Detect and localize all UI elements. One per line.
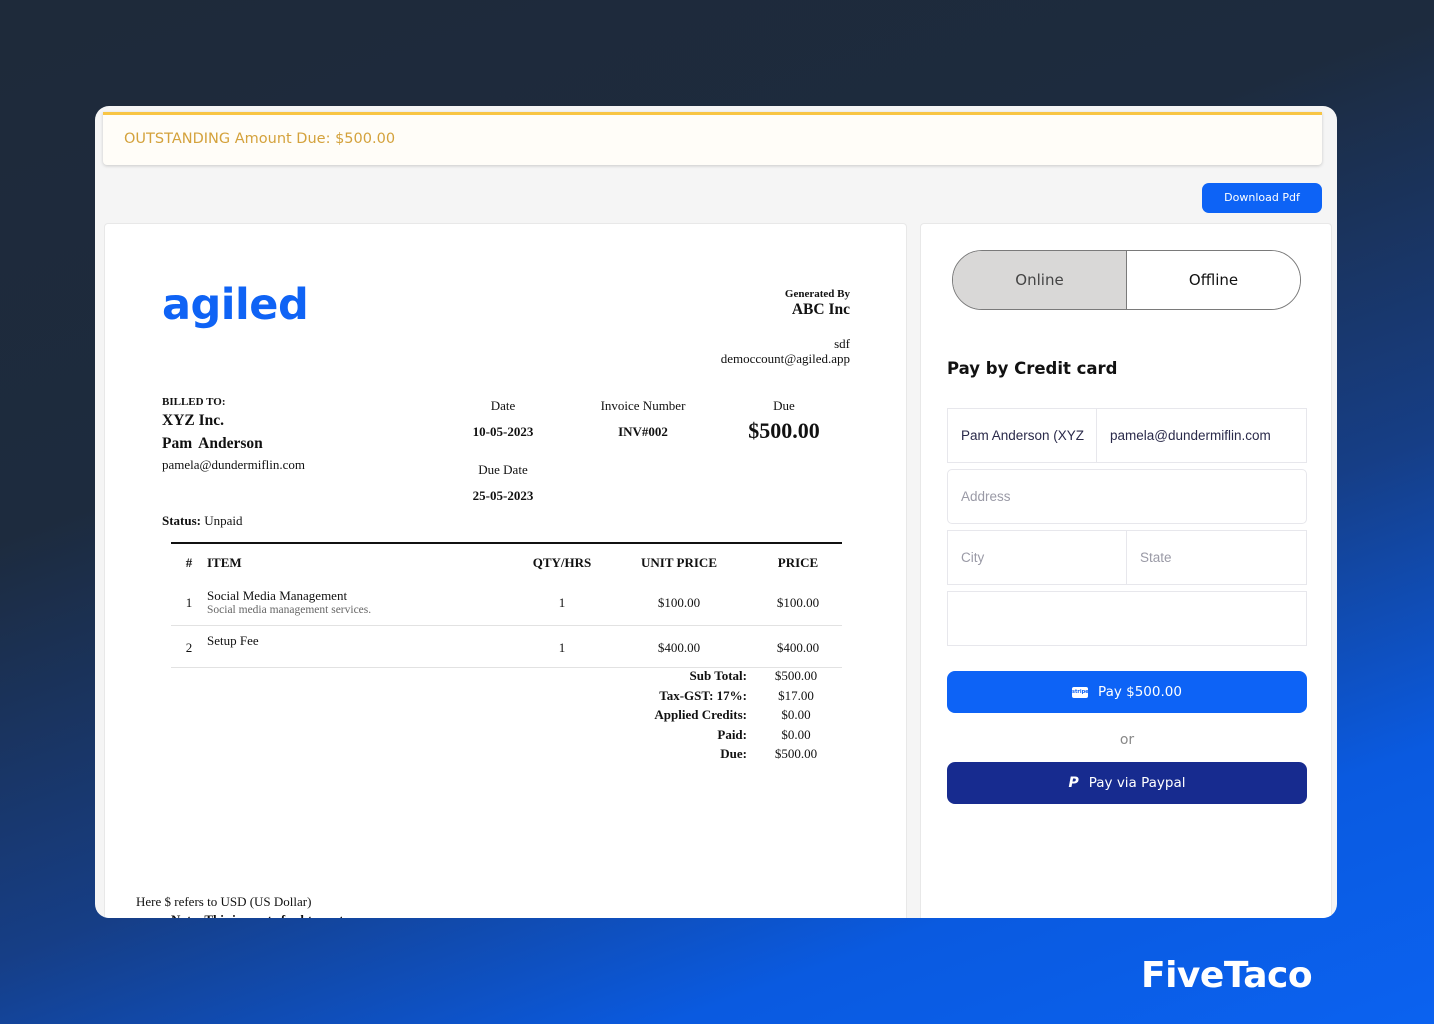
billed-to: BILLED TO: XYZ Inc. Pam Anderson pamela@… [162,396,305,473]
generated-by-address: sdf [834,336,850,351]
name-field[interactable]: Pam Anderson (XYZ [947,408,1097,463]
outstanding-banner: OUTSTANDING Amount Due: $500.00 [103,112,1322,165]
row-price: $100.00 [754,581,842,626]
total-row-tax: Tax-GST: 17%: $17.00 [627,688,837,708]
totals: Sub Total: $500.00 Tax-GST: 17%: $17.00 … [627,668,837,766]
due-amount: $500.00 [748,418,820,443]
invoice-window: OUTSTANDING Amount Due: $500.00 Download… [95,106,1337,918]
col-qty: QTY/HRS [532,554,592,570]
generated-by-company: ABC Inc [791,301,850,318]
paypal-icon: P [1068,775,1079,791]
email-field[interactable]: pamela@dundermiflin.com [1096,408,1307,463]
due-date-value: 25-05-2023 [472,488,534,503]
currency-note: Here $ refers to USD (US Dollar) [136,894,312,909]
download-pdf-button[interactable]: Download Pdf [1202,183,1322,213]
customer-note: Note: This is a note for bte customer [171,912,372,918]
col-price: PRICE [777,554,819,570]
row-item: Social Media Management Social media man… [207,581,520,626]
item-name: Social Media Management [207,587,348,603]
tab-online[interactable]: Online [953,251,1127,309]
total-label: Due: [720,746,747,762]
billed-to-label: BILLED TO: [162,396,226,408]
billed-person: Pam Anderson [162,435,263,452]
row-item: Setup Fee [207,625,520,668]
pay-button-label: Pay $500.00 [1098,684,1182,700]
item-name: Setup Fee [207,632,259,648]
status-label: Status: [162,513,202,528]
items-table: # ITEM QTY/HRS UNIT PRICE PRICE 1 Social… [171,542,842,668]
row-qty: 1 [520,581,604,626]
invoice-dates: Date 10-05-2023 Due Date 25-05-2023 [453,398,553,504]
row-unit-price: $100.00 [604,581,754,626]
col-unit-price: UNIT PRICE [641,554,717,570]
row-num: 1 [171,581,207,626]
tab-offline[interactable]: Offline [1127,251,1300,309]
total-value: $0.00 [781,707,811,723]
payment-panel: Online Offline Pay by Credit card Pam An… [920,223,1332,918]
or-divider: or [1119,732,1135,748]
total-value: $0.00 [781,726,811,742]
item-description: Social media management services. [207,603,372,616]
col-num: # [185,554,193,570]
city-field[interactable]: City [947,530,1127,585]
payment-mode-toggle: Online Offline [952,250,1301,310]
table-row: 2 Setup Fee 1 $400.00 $400.00 [171,625,842,668]
total-label: Tax-GST: 17%: [659,687,747,703]
col-item: ITEM [207,554,242,570]
address-field[interactable]: Address [947,469,1307,524]
agiled-logo: agiled [162,280,309,330]
total-label: Sub Total: [689,668,747,683]
total-row-paid: Paid: $0.00 [627,727,837,747]
stripe-icon: stripe [1072,686,1089,698]
row-price: $400.00 [754,625,842,668]
invoice-number: Invoice Number INV#002 [583,398,703,440]
billed-email: pamela@dundermiflin.com [162,457,306,472]
total-row-due: Due: $500.00 [627,746,837,766]
billed-company: XYZ Inc. [162,412,225,429]
total-label: Paid: [717,726,747,742]
generated-by-label: Generated By [784,288,850,300]
total-row-credits: Applied Credits: $0.00 [627,707,837,727]
row-num: 2 [171,625,207,668]
due-label: Due [773,398,795,413]
generated-by: Generated By ABC Inc sdf democcount@agil… [721,288,850,366]
total-label: Applied Credits: [654,707,747,723]
table-row: 1 Social Media Management Social media m… [171,581,842,626]
invoice-document: agiled Generated By ABC Inc sdf democcou… [104,223,907,918]
invoice-due: Due $500.00 [729,398,839,444]
row-qty: 1 [520,625,604,668]
invoice-number-label: Invoice Number [600,398,686,413]
status-value: Unpaid [204,513,243,528]
pay-stripe-button[interactable]: stripe Pay $500.00 [947,671,1307,713]
total-row-subtotal: Sub Total: $500.00 [627,668,837,688]
table-header-row: # ITEM QTY/HRS UNIT PRICE PRICE [171,543,842,581]
pay-by-credit-card-title: Pay by Credit card [947,359,1118,378]
fivetaco-watermark: FiveTaco [1141,955,1313,996]
date-label: Date [490,398,516,413]
total-value: $17.00 [778,687,814,703]
paypal-button-label: Pay via Paypal [1088,775,1186,791]
row-unit-price: $400.00 [604,625,754,668]
outstanding-text: OUTSTANDING Amount Due: $500.00 [124,131,396,147]
pay-paypal-button[interactable]: P Pay via Paypal [947,762,1307,804]
total-value: $500.00 [774,668,818,683]
state-field[interactable]: State [1126,530,1307,585]
invoice-number-value: INV#002 [618,424,668,439]
due-date-label: Due Date [478,462,528,477]
invoice-status: Status: Unpaid [162,513,243,529]
generated-by-email: democcount@agiled.app [720,351,850,366]
total-value: $500.00 [774,746,818,762]
card-field[interactable] [947,591,1307,646]
date-value: 10-05-2023 [472,424,534,439]
